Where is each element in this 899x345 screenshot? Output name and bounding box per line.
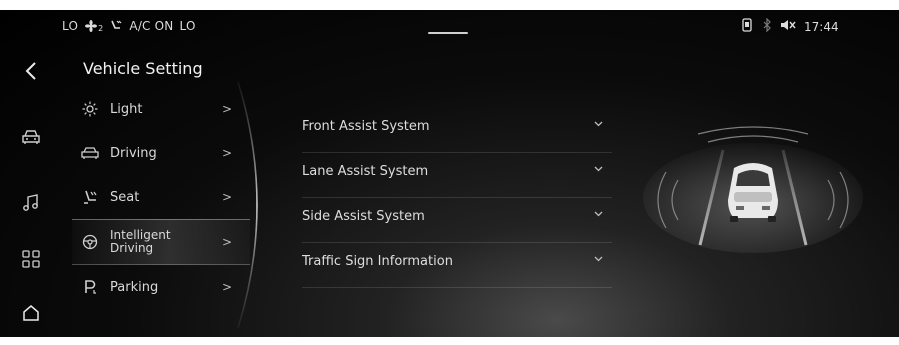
seat-icon xyxy=(81,188,99,206)
list-label: Front Assist System xyxy=(302,119,430,134)
menu-item-intelligent-driving[interactable]: Intelligent Driving > xyxy=(72,219,250,265)
top-border xyxy=(0,0,899,10)
apps-grid-icon[interactable] xyxy=(20,248,42,270)
left-rail xyxy=(0,10,62,321)
menu-item-light[interactable]: Light > xyxy=(72,87,250,131)
back-arrow-icon[interactable] xyxy=(20,60,42,82)
system-status: 17:44 xyxy=(740,17,839,35)
chevron-right-icon: > xyxy=(222,102,233,116)
menu-label-intelligent-driving: Intelligent Driving xyxy=(110,228,171,255)
list-label: Side Assist System xyxy=(302,209,425,224)
phone-connection-icon xyxy=(740,18,754,35)
page-title: Vehicle Setting xyxy=(83,59,203,78)
menu-item-seat[interactable]: Seat > xyxy=(72,175,250,219)
fan-icon[interactable] xyxy=(84,19,98,32)
car-icon[interactable] xyxy=(20,126,42,148)
vehicle-screen: LO 2 A/C ON LO 17:44 Vehicle Setting Lig… xyxy=(0,10,899,337)
left-temperature[interactable]: LO xyxy=(62,19,78,33)
menu-label-driving: Driving xyxy=(110,145,157,161)
bluetooth-icon xyxy=(762,17,772,35)
home-icon[interactable] xyxy=(20,302,42,324)
list-item-traffic-sign[interactable]: Traffic Sign Information xyxy=(302,242,612,288)
chevron-right-icon: > xyxy=(222,146,233,160)
menu-label-light: Light xyxy=(110,101,143,117)
list-item-lane-assist[interactable]: Lane Assist System xyxy=(302,152,612,198)
chevron-right-icon: > xyxy=(222,190,233,204)
chevron-down-icon xyxy=(594,119,603,130)
mute-icon[interactable] xyxy=(780,19,796,34)
fan-level: 2 xyxy=(98,24,104,33)
pull-down-handle[interactable] xyxy=(428,32,468,34)
steering-wheel-icon xyxy=(81,233,99,251)
seat-airflow-icon[interactable] xyxy=(109,19,123,33)
chevron-down-icon xyxy=(594,254,603,265)
music-icon[interactable] xyxy=(20,192,42,214)
chevron-down-icon xyxy=(594,209,603,220)
list-item-front-assist[interactable]: Front Assist System xyxy=(302,107,612,153)
list-item-side-assist[interactable]: Side Assist System xyxy=(302,197,612,243)
chevron-down-icon xyxy=(594,164,603,175)
right-temperature[interactable]: LO xyxy=(179,19,195,33)
menu-item-driving[interactable]: Driving > xyxy=(72,131,250,175)
car-front-icon xyxy=(81,144,99,162)
ac-status[interactable]: A/C ON xyxy=(129,19,173,33)
clock: 17:44 xyxy=(804,19,839,34)
menu-label-parking: Parking xyxy=(110,279,159,295)
menu-item-parking[interactable]: Parking > xyxy=(72,265,250,309)
list-label: Traffic Sign Information xyxy=(302,254,453,269)
chevron-right-icon: > xyxy=(222,280,233,294)
curved-divider xyxy=(237,81,258,329)
climate-status: LO 2 A/C ON LO xyxy=(62,18,196,34)
sun-icon xyxy=(81,100,99,118)
parking-icon xyxy=(81,278,99,296)
car-sensor-illustration xyxy=(643,126,863,253)
chevron-right-icon: > xyxy=(222,235,233,249)
menu-label-seat: Seat xyxy=(110,189,140,205)
list-label: Lane Assist System xyxy=(302,164,429,179)
bottom-border xyxy=(0,337,899,345)
